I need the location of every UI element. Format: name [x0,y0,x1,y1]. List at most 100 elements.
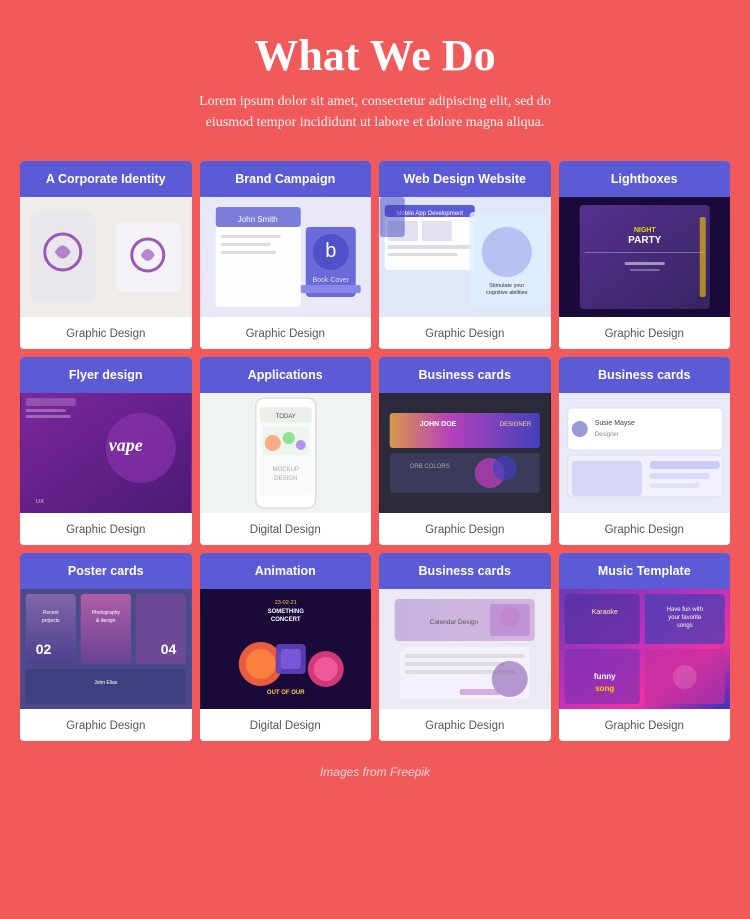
page-title: What We Do [20,30,730,81]
svg-text:projects: projects [42,618,60,624]
card-image [20,197,192,317]
svg-text:Susie Mayse: Susie Mayse [594,420,634,427]
card-title: Animation [255,564,316,578]
card-header: Business cards [379,553,551,589]
card-footer: Graphic Design [200,317,372,349]
card-header: Business cards [559,357,731,393]
card-image: TODAY MOCKUP DESIGN [200,393,372,513]
svg-text:PARTY: PARTY [628,235,661,246]
card-category: Graphic Design [66,524,145,536]
svg-text:NIGHT: NIGHT [633,227,656,234]
card-item[interactable]: Web Design Website Mobile App Developmen… [379,161,551,349]
header-section: What We Do Lorem ipsum dolor sit amet, c… [20,30,730,133]
card-image: 23-02-21 SOMETHING CONCERT OUT OF OUR [200,589,372,709]
card-image: vape UX [20,393,192,513]
svg-text:Mobile App Development: Mobile App Development [396,211,463,217]
card-category: Graphic Design [66,328,145,340]
card-footer: Graphic Design [20,709,192,741]
card-title: Music Template [598,564,691,578]
card-title: Business cards [419,368,511,382]
svg-text:Karaoke: Karaoke [591,609,617,616]
svg-text:DESIGNER: DESIGNER [500,422,532,428]
card-header: Brand Campaign [200,161,372,197]
card-title: Business cards [598,368,690,382]
card-title: Brand Campaign [235,172,335,186]
svg-text:& design: & design [96,618,116,624]
svg-text:TODAY: TODAY [275,414,295,420]
card-image: Recent projects 02 Photography & design … [20,589,192,709]
card-item[interactable]: Flyer design vape UX Graphic Design [20,357,192,545]
svg-text:Have fun with: Have fun with [666,607,702,613]
svg-text:Calendar Design: Calendar Design [430,619,479,626]
page-wrapper: What We Do Lorem ipsum dolor sit amet, c… [0,0,750,805]
card-header: Business cards [379,357,551,393]
svg-text:CONCERT: CONCERT [270,617,300,623]
svg-text:OUT OF OUR: OUT OF OUR [266,690,304,696]
card-footer: Graphic Design [20,513,192,545]
svg-text:02: 02 [36,641,52,657]
card-item[interactable]: Music Template Karaoke Have fun with you… [559,553,731,741]
svg-text:John Smith: John Smith [237,215,277,224]
card-header: A Corporate Identity [20,161,192,197]
svg-text:DESIGN: DESIGN [274,476,297,482]
footer-text: Images from Freepik [320,765,430,779]
card-title: Lightboxes [611,172,678,186]
svg-text:John Elias: John Elias [94,680,118,686]
card-footer: Graphic Design [379,317,551,349]
svg-text:cognitive abilities: cognitive abilities [486,290,528,296]
card-footer: Graphic Design [379,513,551,545]
card-item[interactable]: Poster cards Recent projects 02 [20,553,192,741]
page-subtitle: Lorem ipsum dolor sit amet, consectetur … [185,91,565,133]
card-category: Graphic Design [605,524,684,536]
svg-text:songs: songs [676,623,692,629]
card-footer: Graphic Design [559,513,731,545]
card-category: Digital Design [250,720,321,732]
card-category: Graphic Design [246,328,325,340]
svg-text:Stimulate your: Stimulate your [489,283,524,289]
svg-text:UX: UX [36,499,44,505]
card-item[interactable]: Brand Campaign John Smith b Book Cover G… [200,161,372,349]
card-footer: Digital Design [200,709,372,741]
card-category: Graphic Design [425,720,504,732]
svg-text:SOMETHING: SOMETHING [267,609,304,615]
card-footer: Digital Design [200,513,372,545]
svg-text:04: 04 [161,641,177,657]
footer-note: Images from Freepik [20,755,730,785]
card-item[interactable]: Business cards Calendar Design [379,553,551,741]
card-item[interactable]: Business cards JOHN DOE DESIGNER ORB COL… [379,357,551,545]
svg-text:Photography: Photography [92,610,121,616]
svg-text:funny: funny [593,672,615,681]
card-title: Web Design Website [404,172,526,186]
svg-text:ORB COLORS: ORB COLORS [410,464,450,470]
card-grid: A Corporate Identity Graphic DesignBrand… [20,161,730,741]
svg-text:JOHN DOE: JOHN DOE [420,421,457,428]
card-category: Graphic Design [425,524,504,536]
card-image: Calendar Design [379,589,551,709]
card-image: Mobile App Development Stimulate your co… [379,197,551,317]
card-category: Graphic Design [425,328,504,340]
card-image: Karaoke Have fun with your favorite song… [559,589,731,709]
card-item[interactable]: Animation 23-02-21 SOMETHING CONCERT OUT… [200,553,372,741]
svg-text:Book Cover: Book Cover [312,277,349,284]
card-item[interactable]: Lightboxes NIGHT PARTY Graphic Design [559,161,731,349]
card-title: Applications [248,368,323,382]
svg-text:MOCKUP: MOCKUP [272,467,298,473]
card-header: Animation [200,553,372,589]
card-category: Graphic Design [605,720,684,732]
card-footer: Graphic Design [20,317,192,349]
svg-text:23-02-21: 23-02-21 [274,600,296,606]
card-title: Business cards [419,564,511,578]
card-header: Flyer design [20,357,192,393]
card-item[interactable]: Applications TODAY MOCKUP DESIGN Digital… [200,357,372,545]
card-item[interactable]: A Corporate Identity Graphic Design [20,161,192,349]
svg-text:your favorite: your favorite [668,615,702,621]
card-image: JOHN DOE DESIGNER ORB COLORS [379,393,551,513]
card-image: Susie Mayse Designer [559,393,731,513]
card-category: Graphic Design [66,720,145,732]
card-title: A Corporate Identity [46,172,166,186]
card-image: NIGHT PARTY [559,197,731,317]
card-footer: Graphic Design [559,709,731,741]
card-image: John Smith b Book Cover [200,197,372,317]
card-footer: Graphic Design [379,709,551,741]
card-item[interactable]: Business cards Susie Mayse Designer Grap… [559,357,731,545]
